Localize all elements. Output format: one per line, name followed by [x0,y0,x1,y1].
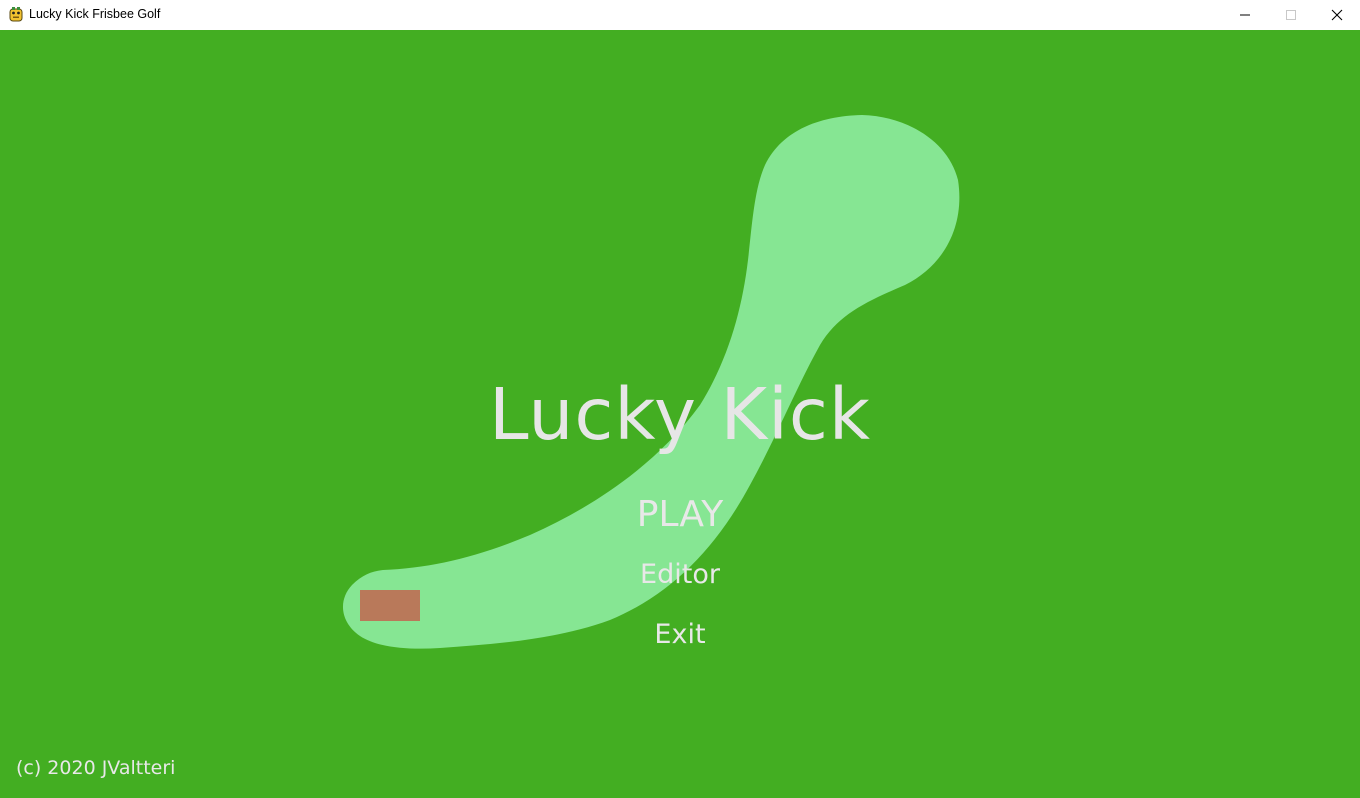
maximize-icon [1286,10,1296,20]
app-window: Lucky Kick Frisbee Golf Lucky Kick PLAY … [0,0,1360,798]
editor-button[interactable]: Editor [580,557,780,593]
minimize-icon [1240,14,1250,16]
window-title: Lucky Kick Frisbee Golf [29,7,161,21]
close-button[interactable] [1314,0,1360,30]
exit-button[interactable]: Exit [580,617,780,653]
title-bar[interactable]: Lucky Kick Frisbee Golf [0,0,1360,30]
copyright-text: (c) 2020 JValtteri [16,757,176,779]
game-canvas[interactable]: Lucky Kick PLAY Editor Exit (c) 2020 JVa… [0,30,1360,798]
pygame-snake-icon [8,6,24,22]
play-button[interactable]: PLAY [580,492,780,538]
close-icon [1331,9,1343,21]
tee-pad [360,590,420,621]
maximize-button[interactable] [1268,0,1314,30]
game-title: Lucky Kick [489,373,871,456]
minimize-button[interactable] [1222,0,1268,30]
